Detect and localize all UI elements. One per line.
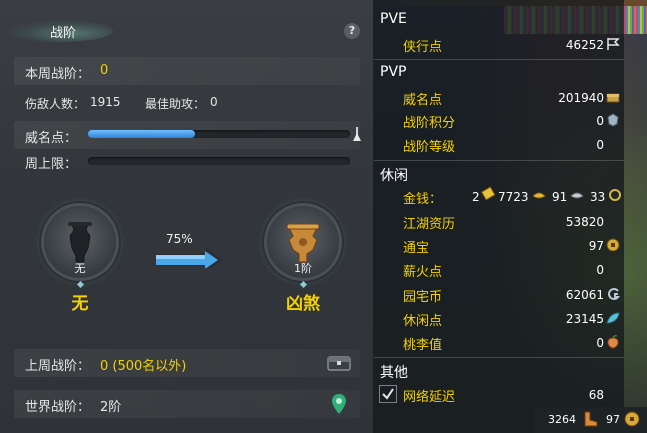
help-button[interactable]: ?	[344, 23, 360, 39]
copper-coin-icon	[624, 411, 640, 427]
leisure-item-label-seniority: 江湖资历	[403, 217, 456, 232]
leisure-item-value-seniority: 53820	[565, 215, 604, 229]
rank-progress-percent: 75%	[166, 232, 193, 246]
weekly-rank-label: 本周战阶：	[25, 67, 91, 82]
bottom-right-value: 97	[606, 413, 620, 426]
weekly-cap-label: 周上限：	[25, 157, 78, 172]
money-gold-value: 2	[472, 190, 480, 204]
pvp-item-label-level: 战阶等级	[403, 140, 456, 155]
leisure-item-value-leisure-points: 23145	[565, 312, 604, 326]
kills-value: 1915	[90, 95, 121, 109]
pve-item-value: 46252	[565, 38, 604, 52]
money-label: 金钱：	[403, 192, 443, 207]
pvp-item-value-prestige: 201940	[558, 91, 604, 105]
next-rank-divider	[299, 280, 308, 289]
next-rank-emblem: 1阶	[267, 206, 339, 278]
money-silver-value: 7723	[498, 190, 529, 204]
weekly-cap-progress-bar	[88, 157, 350, 165]
world-rank-label: 世界战阶：	[25, 400, 91, 415]
pvp-item-value-level: 0	[596, 138, 604, 152]
leisure-header: 休闲	[380, 168, 408, 184]
section-divider	[374, 59, 624, 60]
money-copper-a-value: 91	[552, 190, 568, 204]
prestige-label: 威名点：	[25, 131, 78, 146]
prestige-progress-bar	[88, 130, 350, 138]
right-arrow-icon	[156, 248, 222, 268]
rank-progress-arrow: 75%	[156, 232, 222, 272]
boot-icon	[584, 411, 598, 427]
current-rank-level: 无	[74, 262, 86, 275]
pvp-header: PVP	[380, 64, 407, 80]
network-latency-checkbox[interactable]	[379, 385, 397, 403]
current-rank-divider	[76, 280, 85, 289]
treasure-box-icon[interactable]	[327, 354, 351, 372]
next-rank-name: 凶煞	[286, 294, 320, 314]
network-latency-label: 网络延迟	[403, 390, 456, 405]
bottom-left-value: 3264	[548, 413, 576, 426]
leisure-item-label-tongbao: 通宝	[403, 241, 430, 256]
best-assist-value: 0	[210, 95, 218, 109]
location-pin-icon[interactable]	[331, 393, 347, 415]
leisure-item-value-peach: 0	[596, 336, 604, 350]
leisure-item-label-leisure-points: 休闲点	[403, 314, 443, 329]
current-rank-name: 无	[71, 294, 89, 314]
leisure-item-value-fire: 0	[596, 263, 604, 277]
pvp-item-label-points: 战阶积分	[403, 116, 456, 131]
pve-header: PVE	[380, 11, 407, 27]
leisure-item-label-house-coin: 园宅币	[403, 290, 443, 305]
kills-label: 伤敌人数：	[25, 97, 86, 111]
gold-coin-icon	[532, 192, 546, 199]
money-copper-b-value: 33	[590, 190, 606, 204]
copper-coin-icon	[609, 189, 621, 201]
leisure-item-value-tongbao: 97	[588, 239, 604, 253]
pvp-item-value-points: 0	[596, 114, 604, 128]
panel-title: 战阶	[50, 26, 77, 41]
world-rank-value: 2阶	[100, 400, 122, 415]
last-week-label: 上周战阶：	[25, 359, 91, 374]
gold-ingot-icon	[481, 186, 495, 200]
best-assist-label: 最佳助攻：	[145, 97, 206, 111]
leisure-item-label-peach: 桃李值	[403, 338, 443, 353]
panel-header: 战阶	[0, 14, 374, 46]
leaf-icon	[606, 312, 620, 324]
war-rank-panel: 战阶 ? 本周战阶： 0 伤敌人数： 1915 最佳助攻： 0 威名点： 周上限…	[0, 0, 374, 433]
other-header: 其他	[380, 365, 408, 381]
bar-end-marker-icon	[353, 127, 361, 141]
current-rank-emblem: 无	[44, 206, 116, 278]
check-icon	[382, 388, 394, 400]
leisure-item-value-house-coin: 62061	[565, 288, 604, 302]
network-latency-value: 68	[588, 388, 604, 402]
coin-icon	[606, 238, 620, 252]
chest-icon	[606, 93, 620, 103]
badge-icon	[607, 113, 619, 127]
currency-panel: PVE 侠行点 46252 PVP 威名点 201940 战阶积分 0 战阶等级…	[374, 0, 647, 433]
pvp-item-label-prestige: 威名点	[403, 93, 443, 108]
peach-icon	[607, 335, 619, 349]
prestige-progress-fill	[88, 130, 196, 138]
leisure-item-label-fire: 薪火点	[403, 265, 443, 280]
last-week-value: 0 (500名以外)	[100, 359, 187, 374]
silver-coin-icon	[570, 192, 584, 199]
house-coin-icon	[608, 288, 620, 300]
section-divider	[374, 160, 624, 161]
weekly-rank-value: 0	[100, 63, 109, 78]
flag-icon	[607, 38, 620, 50]
section-divider	[374, 357, 624, 358]
pve-item-label: 侠行点	[403, 40, 443, 55]
next-rank-level: 1阶	[294, 262, 312, 275]
